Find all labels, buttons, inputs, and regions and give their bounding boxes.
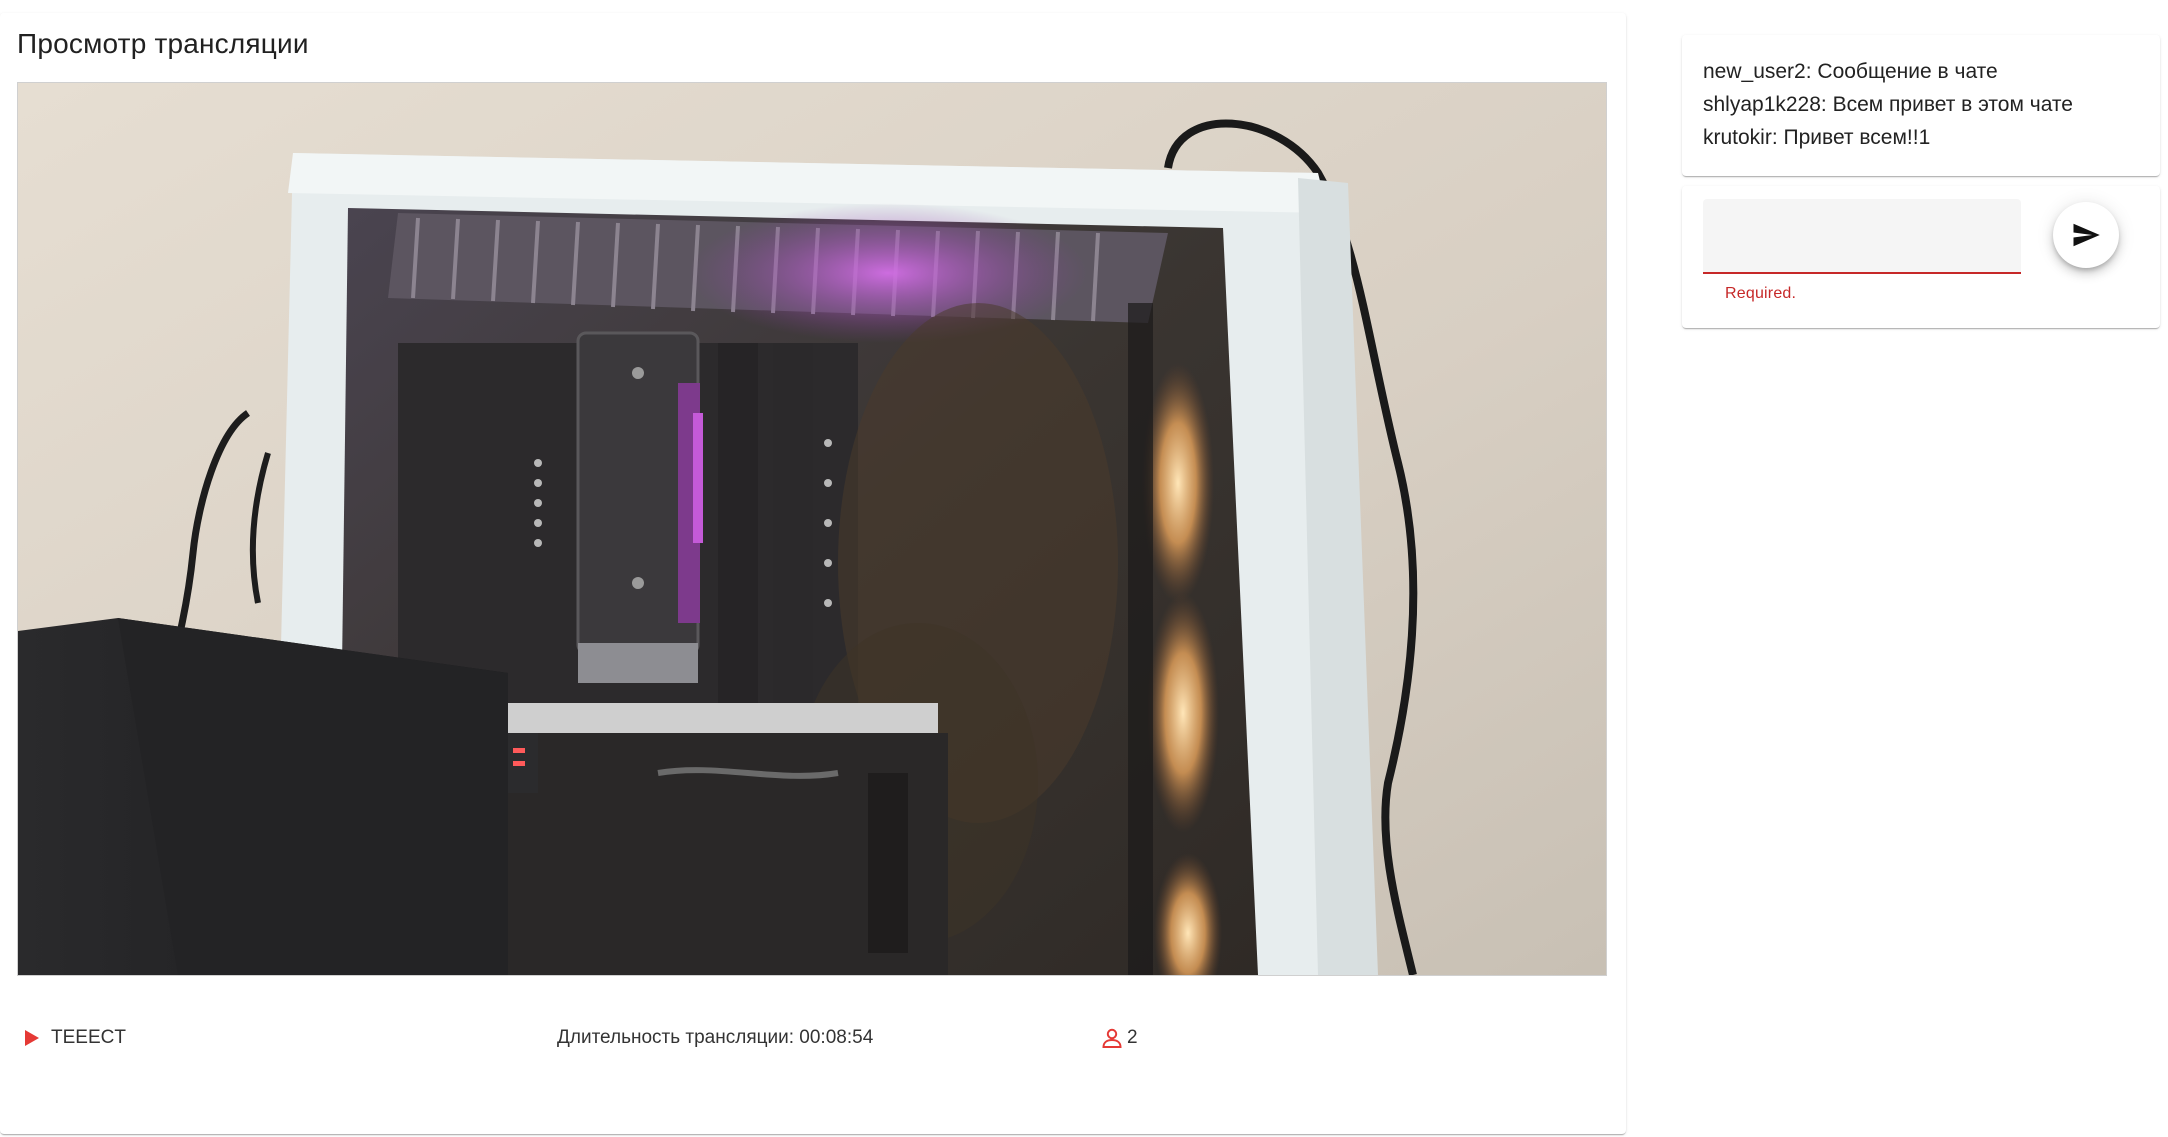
viewer-count: 2 [1127,1027,1138,1048]
field-error-text: Required. [1725,285,1797,302]
send-button[interactable] [2053,202,2119,268]
stream-duration: Длительность трансляции: 00:08:54 [557,1023,873,1053]
duration-label: Длительность трансляции: [557,1027,795,1048]
page-title: Просмотр трансляции [17,28,309,59]
chat-input-card: Required. [1682,186,2160,328]
viewer-counter: 2 [1100,1023,1138,1053]
chat-message-list: new_user2: Сообщение в чате shlyap1k228:… [1703,55,2073,154]
play-icon [25,1030,39,1046]
video-frame-image [18,83,1606,975]
chat-message: new_user2: Сообщение в чате [1703,60,1998,83]
chat-message: shlyap1k228: Всем привет в этом чате [1703,93,2073,116]
message-field[interactable] [1703,199,2021,274]
video-player[interactable] [17,82,1607,976]
chat-message: krutokir: Привет всем!!1 [1703,126,1931,149]
stream-card: Просмотр трансляции TEEECT Длительность … [0,13,1626,1134]
person-icon [1102,1028,1122,1048]
page: Просмотр трансляции TEEECT Длительность … [0,0,2168,1137]
stream-name-group: TEEECT [25,1023,126,1053]
stream-name: TEEECT [51,1027,126,1048]
stream-info-bar: TEEECT Длительность трансляции: 00:08:54… [17,1023,1605,1053]
message-input[interactable] [1719,227,2009,259]
duration-value: 00:08:54 [799,1027,874,1048]
send-icon [2073,223,2100,247]
chat-messages-card: new_user2: Сообщение в чате shlyap1k228:… [1682,35,2160,176]
